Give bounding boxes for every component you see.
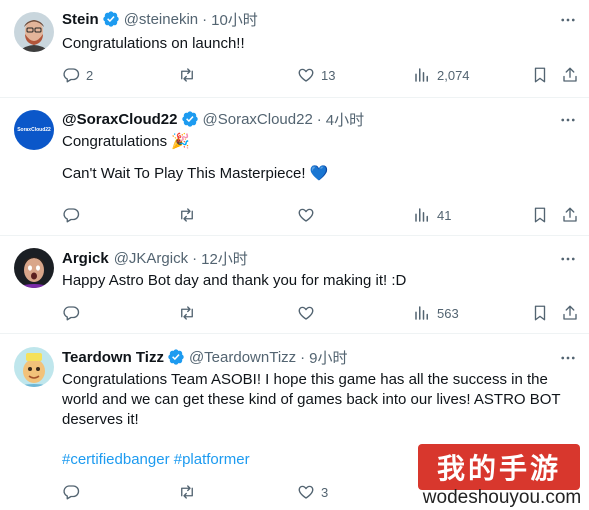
- reply-icon: [63, 485, 80, 500]
- tweet-header: @SoraxCloud22 @SoraxCloud22 · 4小时: [62, 108, 364, 130]
- avatar-argick-image: [14, 248, 54, 288]
- author-handle[interactable]: @steinekin: [124, 11, 198, 28]
- tweet-text: Congratulations 🎉 Can't Wait To Play Thi…: [62, 132, 577, 184]
- reply-count: 2: [86, 67, 94, 83]
- separator-dot: ·: [192, 249, 198, 267]
- share-icon[interactable]: [561, 206, 579, 224]
- tweet-text-line: Congratulations Team ASOBI! I hope this …: [62, 371, 548, 388]
- retweet-icon: [181, 208, 193, 222]
- author-handle[interactable]: @SoraxCloud22: [203, 111, 313, 128]
- reply-icon: [63, 68, 80, 83]
- action-bar: 41: [0, 205, 589, 225]
- bookmark-icon[interactable]: [531, 66, 549, 84]
- timestamp[interactable]: 12小时: [201, 248, 248, 269]
- bookmark-icon[interactable]: [531, 206, 549, 224]
- bookmark-icon[interactable]: [531, 304, 549, 322]
- retweet-button[interactable]: [178, 205, 202, 225]
- tweet-header: Stein @steinekin · 10小时: [62, 8, 258, 30]
- view-count: 563: [437, 305, 459, 321]
- avatar-logo-text: SoraxCloud22: [17, 127, 51, 133]
- view-count: 2,074: [437, 67, 470, 83]
- retweet-icon: [181, 68, 193, 82]
- author-handle[interactable]: @TeardownTizz: [189, 349, 296, 366]
- avatar-stein-image: [14, 12, 54, 52]
- verified-badge-icon: [181, 111, 198, 127]
- avatar-soraxcloud[interactable]: SoraxCloud22: [14, 110, 54, 150]
- views-button[interactable]: 563: [413, 303, 459, 323]
- views-button[interactable]: 2,074: [413, 65, 470, 85]
- tweet-text: Happy Astro Bot day and thank you for ma…: [62, 271, 577, 291]
- reply-button[interactable]: [62, 205, 86, 225]
- watermark-site: wodeshouyou.com: [422, 487, 582, 508]
- author-name[interactable]: Argick: [62, 250, 109, 267]
- reply-icon: [63, 306, 80, 321]
- tweet-stein[interactable]: Stein @steinekin · 10小时 Congratulations …: [0, 0, 589, 98]
- more-options-icon[interactable]: [559, 250, 577, 268]
- heart-icon: [298, 208, 314, 222]
- verified-badge-icon: [168, 349, 184, 365]
- avatar-teardowntizz[interactable]: [14, 347, 54, 387]
- author-name[interactable]: Teardown Tizz: [62, 349, 164, 366]
- separator-dot: ·: [300, 348, 306, 366]
- reply-button[interactable]: [62, 303, 86, 323]
- tweet-text: Congratulations on launch!!: [62, 34, 577, 54]
- reply-button[interactable]: [62, 482, 86, 502]
- reply-button[interactable]: 2: [62, 65, 93, 85]
- like-button[interactable]: [297, 205, 321, 225]
- separator-dot: ·: [202, 10, 208, 28]
- views-chart-icon: [415, 306, 428, 320]
- more-options-icon[interactable]: [559, 349, 577, 367]
- action-bar: 563: [0, 303, 589, 323]
- tweet-header: Teardown Tizz @TeardownTizz · 9小时: [62, 346, 348, 368]
- heart-icon: [298, 68, 314, 82]
- like-button[interactable]: 13: [297, 65, 335, 85]
- tweet-text-line: Congratulations 🎉: [62, 133, 190, 150]
- retweet-icon: [181, 306, 193, 320]
- timestamp[interactable]: 10小时: [211, 9, 258, 30]
- verified-badge-icon: [103, 11, 119, 27]
- author-handle[interactable]: @JKArgick: [114, 250, 188, 267]
- author-name[interactable]: @SoraxCloud22: [62, 111, 178, 128]
- tweet-text-line: Congratulations on launch!!: [62, 35, 245, 52]
- timestamp[interactable]: 4小时: [326, 109, 364, 130]
- tweet-soraxcloud[interactable]: SoraxCloud22 @SoraxCloud22 @SoraxCloud22…: [0, 98, 589, 236]
- share-icon[interactable]: [561, 66, 579, 84]
- author-name[interactable]: Stein: [62, 11, 99, 28]
- tweet-text-line: deserves it!: [62, 411, 139, 428]
- like-count: 13: [321, 67, 336, 83]
- heart-icon: [298, 306, 314, 320]
- view-count: 41: [437, 207, 452, 223]
- avatar-stein[interactable]: [14, 12, 54, 52]
- tweet-text-line: [62, 152, 577, 164]
- timestamp[interactable]: 9小时: [309, 347, 347, 368]
- like-button[interactable]: 3: [297, 482, 328, 502]
- retweet-button[interactable]: [178, 65, 202, 85]
- retweet-button[interactable]: [178, 482, 202, 502]
- tweet-text-line: Can't Wait To Play This Masterpiece! 💙: [62, 165, 329, 182]
- tweet-header: Argick @JKArgick · 12小时: [62, 247, 248, 269]
- tweet-text-line: Happy Astro Bot day and thank you for ma…: [62, 272, 407, 289]
- tweet-text-line: world and we can get these kind of games…: [62, 391, 561, 408]
- share-icon[interactable]: [561, 304, 579, 322]
- like-count: 3: [321, 484, 329, 500]
- more-options-icon[interactable]: [559, 11, 577, 29]
- watermark-badge: 我的手游: [418, 444, 580, 490]
- more-options-icon[interactable]: [559, 111, 577, 129]
- views-chart-icon: [415, 68, 428, 82]
- separator-dot: ·: [316, 110, 322, 128]
- retweet-icon: [181, 485, 193, 499]
- views-chart-icon: [415, 208, 428, 222]
- retweet-button[interactable]: [178, 303, 202, 323]
- tweet-argick[interactable]: Argick @JKArgick · 12小时 Happy Astro Bot …: [0, 236, 589, 334]
- views-button[interactable]: 41: [413, 205, 451, 225]
- avatar-argick[interactable]: [14, 248, 54, 288]
- reply-icon: [63, 208, 80, 223]
- avatar-teardowntizz-image: [14, 347, 54, 387]
- like-button[interactable]: [297, 303, 321, 323]
- action-bar: 2 13 2,074: [0, 65, 589, 85]
- heart-icon: [298, 485, 314, 499]
